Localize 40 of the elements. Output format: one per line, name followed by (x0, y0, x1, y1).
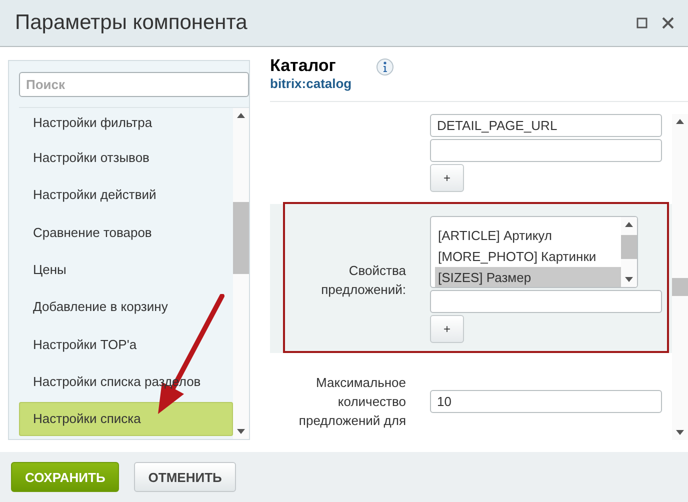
list-option[interactable]: [SIZES] Размер (435, 267, 621, 287)
sidebar-item[interactable]: Настройки TOP'а (19, 327, 233, 362)
text-field[interactable] (430, 290, 662, 313)
sidebar-item[interactable]: Цены (19, 252, 233, 287)
text-field[interactable]: 10 (430, 390, 662, 413)
window-title: Параметры компонента (15, 11, 248, 35)
scroll-up-icon[interactable] (676, 118, 684, 124)
scroll-down-icon[interactable] (676, 430, 684, 436)
sidebar-item[interactable]: Настройки фильтра (19, 108, 233, 138)
sidebar-item[interactable]: Настройки действий (19, 178, 233, 212)
sidebar-item[interactable]: Сравнение товаров (19, 215, 233, 250)
scrollbar-thumb[interactable] (233, 202, 249, 274)
field-label: Свойства предложений: (320, 262, 406, 299)
cancel-button[interactable]: ОТМЕНИТЬ (134, 462, 236, 492)
scrollbar[interactable] (233, 108, 249, 439)
sidebar-item[interactable]: Настройки отзывов (19, 140, 233, 175)
scroll-down-icon[interactable] (237, 429, 245, 435)
text-field[interactable] (430, 139, 662, 162)
sidebar-item[interactable]: Добавление в корзину (19, 290, 233, 324)
scroll-up-icon[interactable] (237, 112, 245, 118)
component-code: bitrix:catalog (270, 76, 352, 91)
scrollbar-thumb[interactable] (672, 278, 688, 296)
maximize-icon[interactable] (636, 17, 648, 29)
add-button[interactable]: + (430, 315, 464, 343)
info-icon[interactable] (376, 58, 394, 76)
multi-select-list[interactable]: [ARTICLE] Артикул [MORE_PHOTO] Картинки [SIZES] Размер (430, 216, 638, 288)
list-option[interactable]: [ARTICLE] Артикул (435, 225, 621, 246)
component-title: Каталог (270, 56, 337, 76)
text-field[interactable]: DETAIL_PAGE_URL (430, 114, 662, 137)
field-label: Максимальное количество предложений для (298, 374, 406, 430)
add-button[interactable]: + (430, 164, 464, 192)
list-option[interactable]: [MORE_PHOTO] Картинки (435, 246, 621, 267)
scrollbar[interactable] (672, 114, 688, 440)
sidebar-item[interactable]: Настройки списка (19, 402, 233, 436)
scroll-down-icon[interactable] (625, 277, 633, 283)
scrollbar-thumb[interactable] (621, 235, 637, 259)
search-field[interactable]: Поиск (19, 72, 249, 97)
scrollbar[interactable] (621, 217, 637, 287)
scroll-up-icon[interactable] (625, 221, 633, 227)
close-icon[interactable] (662, 17, 674, 29)
